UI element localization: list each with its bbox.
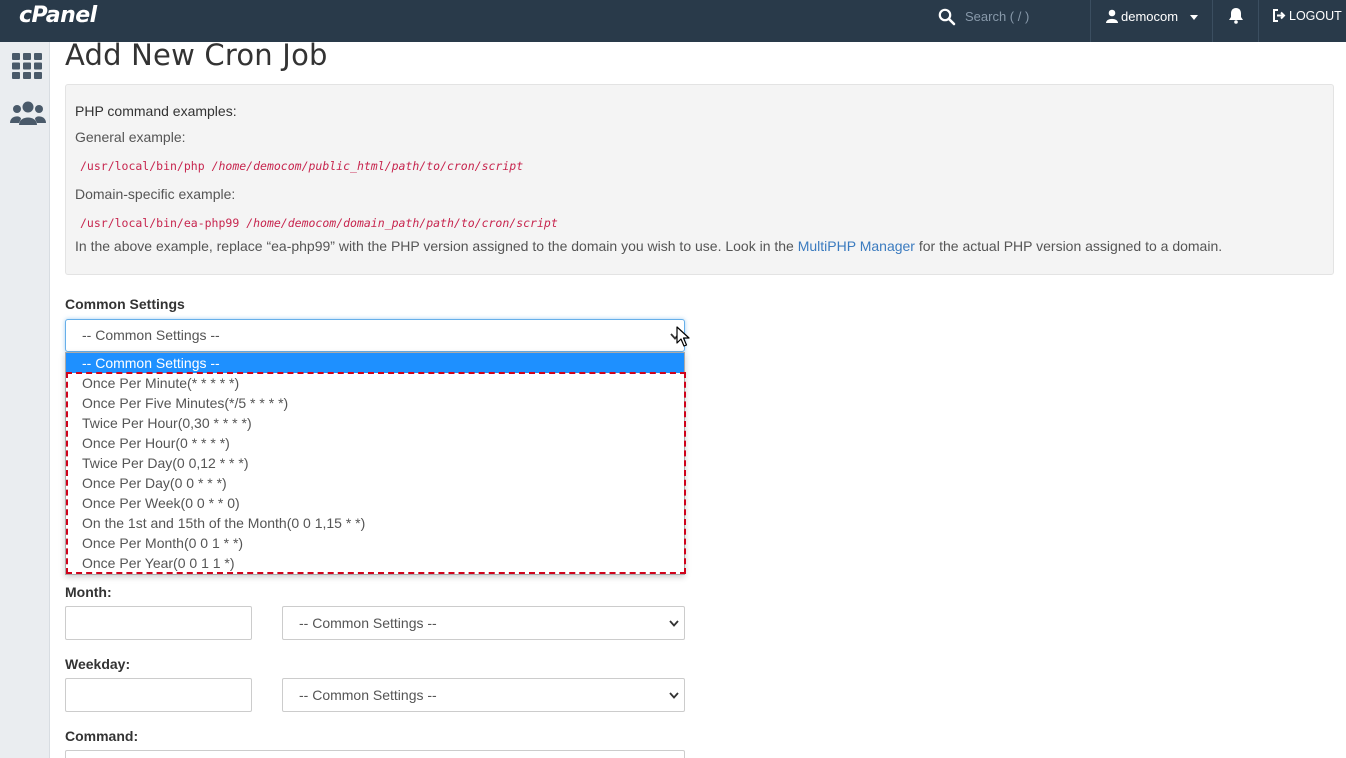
dropdown-option[interactable]: Once Per Five Minutes(*/5 * * * *) [66,393,684,413]
caret-down-icon[interactable] [1190,15,1198,20]
divider [1258,0,1259,42]
php-examples-panel: PHP command examples: General example: /… [65,84,1334,275]
users-icon[interactable] [10,100,46,126]
dropdown-option[interactable]: Once Per Day(0 0 * * *) [66,473,684,493]
weekday-select-value: -- Common Settings -- [299,687,437,703]
dropdown-option[interactable]: Once Per Year(0 0 1 1 *) [66,553,684,573]
weekday-common-select[interactable]: -- Common Settings -- [282,678,685,712]
chevron-down-icon [669,692,679,699]
mouse-pointer-icon [676,326,690,347]
general-example-code: /usr/local/bin/php /home/democom/public_… [80,159,524,173]
multiphp-manager-link[interactable]: MultiPHP Manager [798,238,915,254]
weekday-input[interactable] [65,678,252,712]
divider [1212,0,1213,42]
month-select-value: -- Common Settings -- [299,615,437,631]
user-menu[interactable]: democom [1121,9,1178,24]
command-input[interactable] [65,750,685,758]
examples-heading: PHP command examples: [75,103,237,119]
common-settings-select[interactable]: -- Common Settings -- [65,319,685,352]
dropdown-option[interactable]: Twice Per Day(0 0,12 * * *) [66,453,684,473]
dropdown-option[interactable]: Twice Per Hour(0,30 * * * *) [66,413,684,433]
divider [1090,0,1091,42]
general-example-label: General example: [75,129,186,145]
search-icon[interactable] [938,8,956,26]
dropdown-option[interactable]: Once Per Month(0 0 1 * *) [66,533,684,553]
page-title: Add New Cron Job [65,38,328,72]
common-settings-label: Common Settings [65,296,185,312]
dropdown-option[interactable]: Once Per Week(0 0 * * 0) [66,493,684,513]
sidebar [0,42,50,758]
dropdown-option[interactable]: On the 1st and 15th of the Month(0 0 1,1… [66,513,684,533]
weekday-label: Weekday: [65,656,131,672]
user-icon [1106,9,1118,23]
top-bar: cPanel Search ( / ) democom LOGOUT [0,0,1346,42]
cpanel-logo[interactable]: cPanel [19,3,97,28]
month-common-select[interactable]: -- Common Settings -- [282,606,685,640]
php-version-note: In the above example, replace “ea-php99”… [75,238,1223,254]
month-input[interactable] [65,606,252,640]
chevron-down-icon [669,620,679,627]
common-settings-value: -- Common Settings -- [82,327,220,343]
command-label: Command: [65,728,139,744]
dropdown-option[interactable]: Once Per Hour(0 * * * *) [66,433,684,453]
domain-example-code: /usr/local/bin/ea-php99 /home/democom/do… [80,216,558,230]
logout-icon[interactable] [1272,9,1286,22]
bell-icon[interactable] [1228,7,1244,24]
search-input[interactable]: Search ( / ) [965,9,1029,24]
logout-link[interactable]: LOGOUT [1289,9,1342,23]
common-settings-dropdown: -- Common Settings -- Once Per Minute(* … [65,352,685,575]
domain-example-label: Domain-specific example: [75,186,236,202]
grid-icon[interactable] [12,53,42,79]
dropdown-option[interactable]: Once Per Minute(* * * * *) [66,373,684,393]
month-label: Month: [65,584,112,600]
dropdown-option-selected[interactable]: -- Common Settings -- [66,353,684,373]
